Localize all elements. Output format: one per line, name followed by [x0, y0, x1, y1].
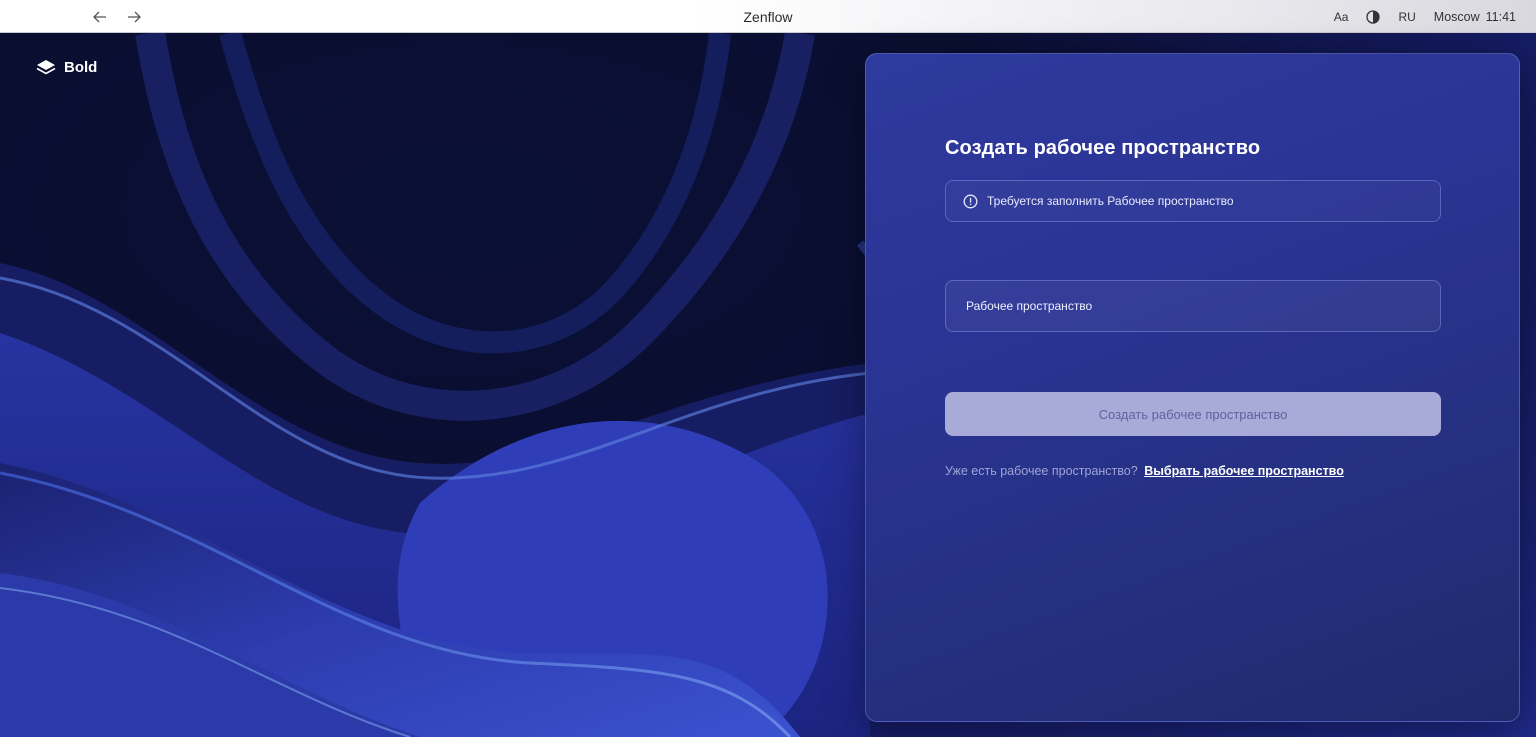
validation-alert: Требуется заполнить Рабочее пространство — [945, 180, 1441, 222]
layers-logo-icon — [36, 60, 56, 75]
navigation-buttons — [90, 0, 144, 33]
clock: Moscow 11:41 — [1434, 10, 1516, 24]
select-workspace-prompt: Уже есть рабочее пространство? Выбрать р… — [945, 464, 1441, 478]
page-title: Создать рабочее пространство — [945, 137, 1261, 159]
alert-text: Требуется заполнить Рабочее пространство — [987, 194, 1234, 208]
workspace-field[interactable] — [945, 280, 1441, 332]
info-circle-icon — [963, 194, 978, 208]
workspace-input[interactable] — [966, 299, 1440, 313]
create-workspace-form: Создать рабочее пространство Требуется з… — [945, 134, 1441, 478]
arrow-left-icon — [93, 11, 106, 22]
brand-name: Bold — [64, 58, 98, 76]
theme-toggle-button[interactable] — [1366, 9, 1381, 24]
forward-button[interactable] — [124, 7, 144, 27]
language-button[interactable]: RU — [1398, 10, 1415, 24]
clock-city: Moscow — [1433, 9, 1480, 24]
font-size-button[interactable]: Aa — [1334, 10, 1349, 24]
existing-workspace-text: Уже есть рабочее пространство? — [945, 464, 1138, 478]
create-workspace-button[interactable]: Создать рабочее пространство — [945, 392, 1441, 436]
brand[interactable]: Bold — [36, 58, 97, 76]
arrow-right-icon — [128, 11, 141, 22]
back-button[interactable] — [90, 7, 110, 27]
clock-time: 11:41 — [1485, 9, 1516, 24]
select-workspace-link[interactable]: Выбрать рабочее пространство — [1144, 464, 1344, 478]
window-title: Zenflow — [743, 8, 793, 25]
contrast-icon — [1366, 9, 1381, 24]
system-tray: Aa RU Moscow 11:41 — [1334, 0, 1516, 33]
title-bar: Zenflow Aa RU Moscow 11:41 — [0, 0, 1536, 33]
create-workspace-card: Создать рабочее пространство Требуется з… — [865, 53, 1520, 722]
